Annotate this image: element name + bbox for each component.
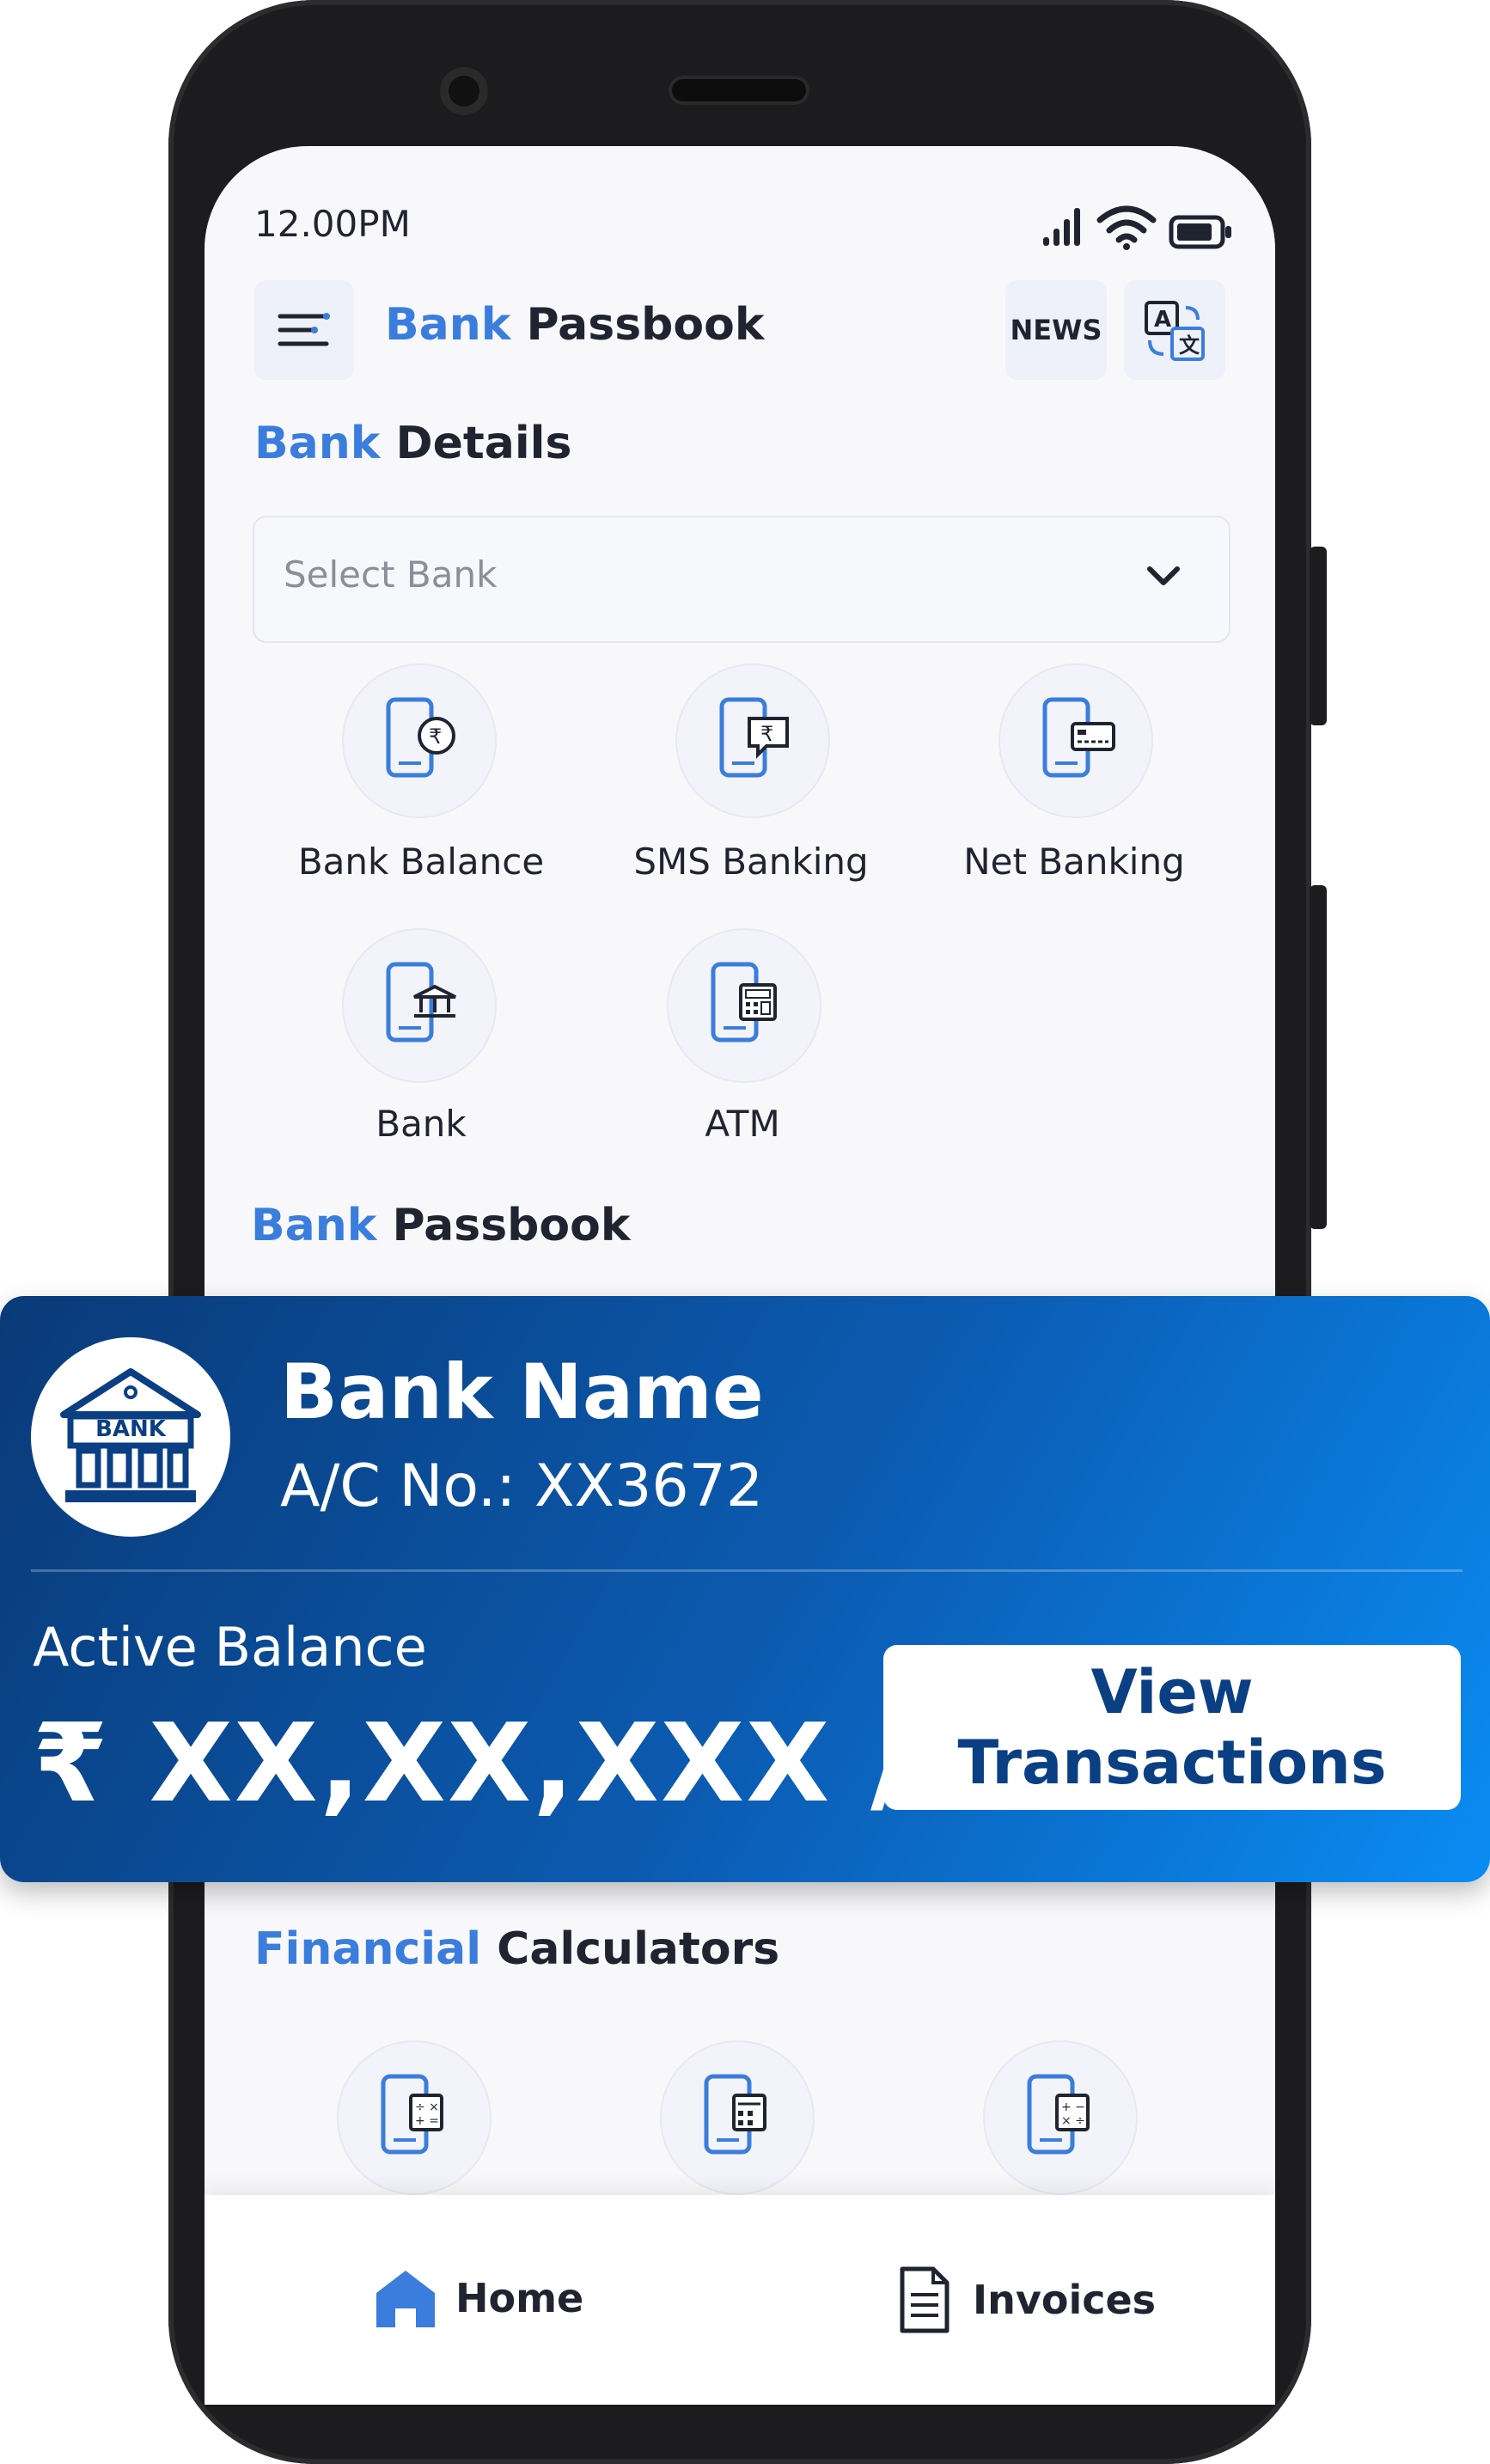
select-bank-placeholder: Select Bank (284, 553, 498, 596)
news-label: NEWS (1010, 314, 1102, 346)
feature-icon-circle: ₹ (342, 663, 497, 818)
earpiece-speaker (669, 76, 809, 105)
bank-logo-text: BANK (95, 1416, 166, 1442)
phone-calculator-icon: + − × ÷ (1027, 2074, 1090, 2155)
feature-label-bank-balance: Bank Balance (297, 841, 545, 883)
bank-details-title: Bank Details (254, 418, 572, 469)
feature-icon-circle (660, 2040, 815, 2195)
active-balance-label: Active Balance (33, 1616, 427, 1678)
active-balance-value: ₹ XX,XX,XXX /- (33, 1700, 959, 1826)
volume-button (1310, 885, 1327, 1229)
feature-label-sms-banking: SMS Banking (633, 841, 869, 883)
bank-name: Bank Name (280, 1348, 764, 1436)
svg-text:+ =: + = (415, 2114, 439, 2128)
power-button (1310, 547, 1327, 725)
invoice-icon (900, 2266, 950, 2333)
chevron-down-icon (1147, 566, 1180, 585)
feature-icon-circle (342, 928, 497, 1083)
phone-message-icon: ₹ (719, 697, 789, 778)
svg-text:₹: ₹ (429, 725, 442, 749)
status-time: 12.00PM (254, 203, 411, 245)
view-transactions-button[interactable]: View Transactions (883, 1645, 1461, 1810)
feature-icon-circle: ₹ (675, 663, 830, 818)
phone-calculator-icon: ÷ × + = (381, 2074, 443, 2155)
feature-sms-banking[interactable]: ₹ (675, 663, 830, 818)
svg-text:A: A (1154, 307, 1171, 333)
card-divider (31, 1569, 1463, 1572)
feature-label-bank: Bank (376, 1103, 467, 1145)
front-camera (440, 67, 488, 115)
phone-bank-icon (386, 962, 456, 1042)
bank-logo: BANK (31, 1337, 230, 1537)
menu-button[interactable] (254, 280, 354, 380)
feature-label-atm: ATM (705, 1103, 780, 1145)
svg-text:× ÷: × ÷ (1061, 2114, 1085, 2128)
calculator-item-1[interactable]: ÷ × + = (337, 2040, 492, 2195)
svg-text:文: 文 (1179, 333, 1200, 358)
feature-icon-circle (667, 928, 821, 1083)
nav-invoices[interactable]: Invoices (897, 2265, 1156, 2334)
bank-passbook-title: Bank Passbook (251, 1200, 631, 1251)
home-icon (376, 2271, 435, 2327)
phone-rupee-icon: ₹ (386, 697, 455, 778)
phone-card-icon (1042, 697, 1115, 778)
news-button[interactable]: NEWS (1005, 280, 1107, 380)
svg-text:₹: ₹ (760, 722, 773, 746)
app-title: Bank Passbook (385, 299, 765, 351)
calculator-item-3[interactable]: + − × ÷ (983, 2040, 1138, 2195)
feature-icon-circle: + − × ÷ (983, 2040, 1138, 2195)
feature-bank-balance[interactable]: ₹ (342, 663, 497, 818)
feature-label-net-banking: Net Banking (963, 841, 1185, 883)
feature-bank[interactable] (342, 928, 497, 1083)
financial-calculators-title: Financial Calculators (254, 1923, 780, 1975)
menu-icon (278, 313, 330, 346)
account-number: A/C No.: XX3672 (280, 1452, 764, 1520)
feature-atm[interactable] (667, 928, 821, 1083)
phone-atm-icon (711, 962, 777, 1042)
nav-home[interactable]: Home (371, 2265, 583, 2331)
svg-text:÷ ×: ÷ × (415, 2100, 439, 2114)
feature-icon-circle: ÷ × + = (337, 2040, 492, 2195)
svg-text:+ −: + − (1061, 2100, 1085, 2114)
signal-icon (1043, 208, 1080, 246)
phone-calculator-icon (704, 2074, 766, 2155)
translate-button[interactable]: A 文 (1124, 280, 1225, 380)
translate-icon: A 文 (1145, 301, 1205, 361)
feature-icon-circle (998, 663, 1153, 818)
calculator-item-2[interactable] (660, 2040, 815, 2195)
nav-home-label: Home (455, 2275, 584, 2321)
nav-invoices-label: Invoices (973, 2277, 1157, 2323)
wifi-icon (1096, 205, 1157, 250)
battery-icon (1169, 215, 1231, 249)
feature-net-banking[interactable] (998, 663, 1153, 818)
